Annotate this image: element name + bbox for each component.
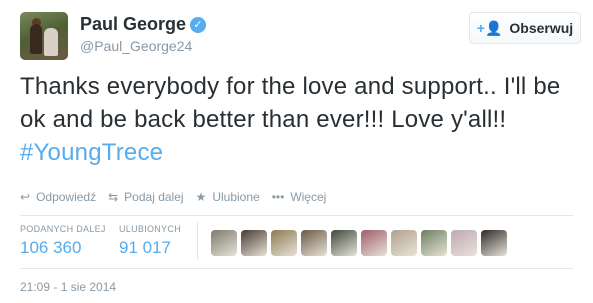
favorites-count: 91 017: [119, 238, 171, 257]
avatar-figure: [30, 24, 42, 54]
favoriter-avatar[interactable]: [361, 230, 387, 256]
favoriter-avatar[interactable]: [301, 230, 327, 256]
favorite-label: Ulubione: [212, 190, 260, 204]
add-user-icon: +👤: [476, 19, 503, 36]
more-action[interactable]: ••• Więcej: [272, 190, 327, 204]
retweets-count: 106 360: [20, 238, 82, 257]
star-icon: ★: [195, 190, 207, 204]
retweets-stat[interactable]: PODANYCH DALEJ 106 360: [20, 224, 106, 258]
tweet-timestamp[interactable]: 21:09 - 1 sie 2014: [20, 280, 116, 294]
avatar-figure: [44, 28, 58, 56]
divider: [20, 268, 573, 269]
retweet-icon: ⇆: [108, 190, 119, 204]
favoriter-avatar[interactable]: [331, 230, 357, 256]
favoriters-avatars: [211, 230, 511, 256]
verified-badge-icon: ✓: [190, 17, 207, 33]
retweet-label: Podaj dalej: [124, 190, 184, 204]
tweet-text: Thanks everybody for the love and suppor…: [20, 70, 580, 169]
user-name[interactable]: Paul George: [80, 14, 186, 34]
favoriter-avatar[interactable]: [421, 230, 447, 256]
favorites-stat[interactable]: ULUBIONYCH 91 017: [119, 224, 181, 258]
more-icon: •••: [271, 190, 285, 204]
favoriter-avatar[interactable]: [211, 230, 237, 256]
favoriter-avatar[interactable]: [451, 230, 477, 256]
favoriter-avatar[interactable]: [481, 230, 507, 256]
retweet-action[interactable]: ⇆ Podaj dalej: [108, 190, 183, 204]
more-label: Więcej: [290, 190, 327, 204]
favoriter-avatar[interactable]: [271, 230, 297, 256]
divider: [20, 215, 573, 216]
favorite-action[interactable]: ★ Ulubione: [196, 190, 260, 204]
favorites-label: ULUBIONYCH: [119, 224, 182, 234]
follow-button-label: Obserwuj: [509, 20, 574, 36]
user-handle[interactable]: @Paul_George24: [80, 38, 192, 54]
favoriter-avatar[interactable]: [391, 230, 417, 256]
reply-action[interactable]: ↩ Odpowiedź: [20, 190, 96, 204]
follow-button[interactable]: +👤 Obserwuj: [469, 12, 581, 44]
reply-label: Odpowiedź: [36, 190, 97, 204]
user-name-row[interactable]: Paul George ✓: [80, 14, 207, 35]
favoriter-avatar[interactable]: [241, 230, 267, 256]
retweets-label: PODANYCH DALEJ: [20, 224, 106, 234]
reply-icon: ↩: [20, 190, 31, 204]
hashtag-link[interactable]: #YoungTrece: [20, 139, 163, 166]
stat-divider: [197, 222, 198, 260]
avatar[interactable]: [20, 12, 68, 60]
tweet-actions: ↩ Odpowiedź ⇆ Podaj dalej ★ Ulubione •••…: [20, 190, 338, 204]
tweet-body: Thanks everybody for the love and suppor…: [20, 73, 561, 133]
